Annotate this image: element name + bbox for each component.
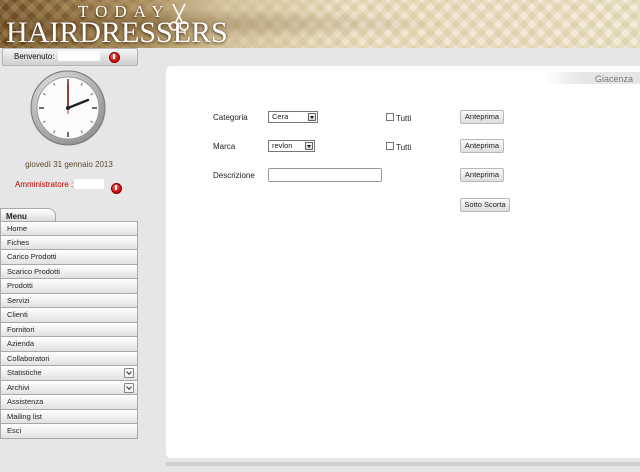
descrizione-anteprima-button[interactable]: Anteprima <box>460 168 504 182</box>
sidebar-item-label: Fiches <box>7 237 30 247</box>
sidebar-item-label: Carico Prodotti <box>7 252 57 261</box>
chevron-down-icon[interactable] <box>124 382 134 393</box>
sidebar-item-prodotti[interactable]: Prodotti <box>0 279 138 294</box>
admin-name-field <box>74 179 104 189</box>
chevron-down-icon[interactable] <box>124 368 134 378</box>
marca-value: revlon <box>272 141 293 150</box>
sidebar-item-mailing-list[interactable]: Mailing list <box>0 409 138 424</box>
sidebar-item-home[interactable]: Home <box>0 221 138 236</box>
menu-tab: Menu <box>0 208 56 221</box>
sidebar-item-label: Prodotti <box>7 281 33 290</box>
sidebar-item-label: Mailing list <box>7 411 43 421</box>
sidebar-item-label: Statistiche <box>7 368 42 377</box>
categoria-tutti-checkbox[interactable] <box>386 113 394 121</box>
sotto-scorta-button[interactable]: Sotto Scorta <box>460 198 510 212</box>
bottom-divider <box>166 462 640 466</box>
main-panel: Giacenza Categoria Cera Tutti Anteprima … <box>166 66 640 458</box>
page-title: Giacenza <box>594 74 633 84</box>
categoria-tutti-label: Tutti <box>396 114 412 123</box>
sidebar-item-scarico-prodotti[interactable]: Scarico Prodotti <box>0 264 138 279</box>
sidebar-item-clienti[interactable]: Clienti <box>0 308 138 323</box>
sidebar-item-esci[interactable]: Esci <box>0 424 138 439</box>
sidebar-item-label: Archivi <box>7 382 30 392</box>
sidebar-item-label: Assistenza <box>7 397 44 406</box>
sidebar-item-azienda[interactable]: Azienda <box>0 337 138 352</box>
logout-power-icon[interactable] <box>111 183 122 194</box>
logo-hairdressers-text: HAIRDRESSERS <box>6 16 228 49</box>
current-date: giovedì 31 gennaio 2013 <box>25 160 113 169</box>
descrizione-label: Descrizione <box>213 171 255 180</box>
sidebar-item-carico-prodotti[interactable]: Carico Prodotti <box>0 250 138 265</box>
sidebar-item-fornitori[interactable]: Fornitori <box>0 322 138 337</box>
categoria-value: Cera <box>272 112 289 121</box>
sidebar-item-servizi[interactable]: Servizi <box>0 293 138 308</box>
welcome-label: Benvenuto: <box>14 52 55 61</box>
sidebar-item-collaboratori[interactable]: Collaboratori <box>0 351 138 366</box>
sidebar-item-label: Servizi <box>7 295 30 305</box>
sidebar-item-label: Azienda <box>7 339 35 348</box>
power-icon[interactable] <box>109 52 120 63</box>
sidebar-item-archivi[interactable]: Archivi <box>0 380 138 395</box>
marca-select[interactable]: revlon <box>268 140 315 152</box>
chevron-down-icon <box>305 142 313 150</box>
descrizione-input[interactable] <box>268 168 382 182</box>
sidebar-item-assistenza[interactable]: Assistenza <box>0 395 138 410</box>
categoria-select[interactable]: Cera <box>268 111 318 123</box>
sidebar-item-statistiche[interactable]: Statistiche <box>0 366 138 381</box>
sidebar-item-label: Home <box>7 224 28 233</box>
sidebar-item-fiches[interactable]: Fiches <box>0 235 138 250</box>
categoria-anteprima-button[interactable]: Anteprima <box>460 110 504 124</box>
marca-label: Marca <box>213 142 236 151</box>
clock-icon <box>30 70 106 146</box>
sidebar-item-label: Scarico Prodotti <box>7 266 60 276</box>
categoria-label: Categoria <box>213 113 248 122</box>
sidebar-menu: Home Fiches Carico Prodotti Scarico Prod… <box>0 221 138 439</box>
sidebar-item-label: Clienti <box>7 310 28 319</box>
header-banner: TODAY HAIRDRESSERS <box>0 0 640 49</box>
welcome-username-field <box>58 51 100 61</box>
welcome-bar: Benvenuto: <box>2 48 138 66</box>
sidebar-item-label: Fornitori <box>7 324 35 334</box>
marca-tutti-label: Tutti <box>396 143 412 152</box>
admin-label: Amministratore : N <box>15 180 82 189</box>
scissors-icon <box>169 3 189 31</box>
sidebar-item-label: Collaboratori <box>7 353 50 363</box>
marca-tutti-checkbox[interactable] <box>386 142 394 150</box>
marca-anteprima-button[interactable]: Anteprima <box>460 139 504 153</box>
sidebar-item-label: Esci <box>7 426 22 435</box>
chevron-down-icon <box>308 113 316 121</box>
